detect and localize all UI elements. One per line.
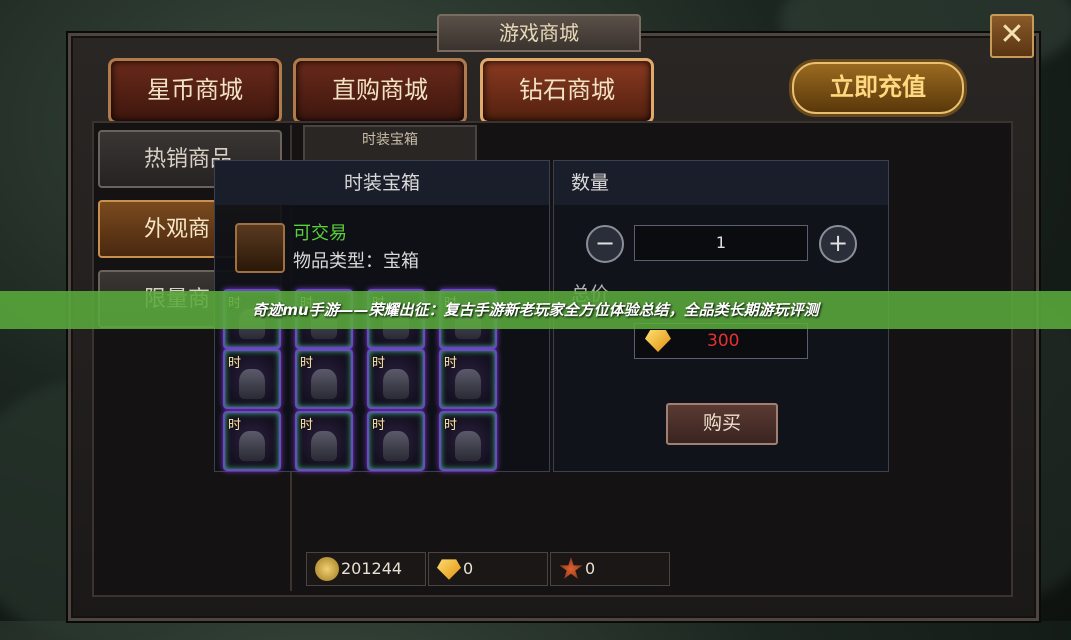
quantity-header: 数量 [554,161,888,205]
tab-diamond-shop[interactable]: 钻石商城 [480,58,654,124]
total-price-value: 300 [707,331,740,351]
reward-slot[interactable]: 时 [439,349,497,409]
armor-icon [239,431,265,461]
armor-icon [455,369,481,399]
window-title: 游戏商城 [437,14,641,52]
quantity-input[interactable]: 1 [634,225,808,261]
armor-icon [455,431,481,461]
time-limited-tag: 时 [228,356,242,371]
plus-icon[interactable]: + [819,225,857,263]
diamond-icon [437,559,461,580]
currency-honor: 0 [550,552,670,586]
item-type-label: 物品类型：宝箱 [293,251,419,272]
armor-icon [239,369,265,399]
banner-text: 奇迹mu手游——荣耀出征：复古手游新老玩家全方位体验总结，全品类长期游玩评测 [252,301,819,319]
reward-slot[interactable]: 时 [295,349,353,409]
reward-slot[interactable]: 时 [367,411,425,471]
buy-button[interactable]: 购买 [666,403,778,445]
reward-slot[interactable]: 时 [223,411,281,471]
tradable-label: 可交易 [293,223,347,244]
time-limited-tag: 时 [228,418,242,433]
armor-icon [383,431,409,461]
armor-icon [311,369,337,399]
currency-silver: 201244 [306,552,426,586]
reward-slot[interactable]: 时 [223,349,281,409]
diamond-icon [645,330,671,352]
item-card-title: 时装宝箱 [362,132,418,148]
time-limited-tag: 时 [300,356,314,371]
close-button[interactable]: ✕ [990,14,1034,58]
silver-coin-icon [315,557,339,581]
armor-icon [383,369,409,399]
time-limited-tag: 时 [372,418,386,433]
currency-honor-value: 0 [585,559,596,578]
honor-badge-icon [559,557,583,579]
tab-star-coin-shop[interactable]: 星币商城 [108,58,282,124]
armor-icon [311,431,337,461]
currency-silver-value: 201244 [341,559,403,578]
item-detail-title: 时装宝箱 [215,161,549,205]
currency-diamond: 0 [428,552,548,586]
reward-slot[interactable]: 时 [367,349,425,409]
tab-direct-buy-shop[interactable]: 直购商城 [293,58,467,124]
time-limited-tag: 时 [300,418,314,433]
reward-slot[interactable]: 时 [295,411,353,471]
recharge-button[interactable]: 立即充值 [792,62,964,114]
article-banner: 奇迹mu手游——荣耀出征：复古手游新老玩家全方位体验总结，全品类长期游玩评测 [0,291,1071,329]
time-limited-tag: 时 [444,418,458,433]
minus-icon[interactable]: − [586,225,624,263]
time-limited-tag: 时 [372,356,386,371]
reward-slot[interactable]: 时 [439,411,497,471]
chest-icon [235,223,285,273]
currency-diamond-value: 0 [463,559,474,578]
time-limited-tag: 时 [444,356,458,371]
